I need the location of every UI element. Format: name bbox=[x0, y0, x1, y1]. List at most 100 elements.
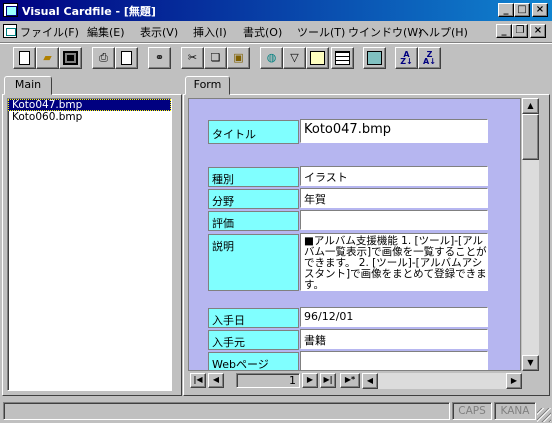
list-item[interactable]: Koto047.bmp bbox=[8, 99, 171, 111]
print-button[interactable]: ⎙ bbox=[92, 47, 115, 69]
table-view-icon bbox=[335, 51, 350, 65]
arrow-left-icon: ◀ bbox=[366, 376, 374, 385]
type-label: 種別 bbox=[208, 167, 299, 187]
rating-field[interactable] bbox=[300, 210, 488, 230]
find-icon: ⚭ bbox=[154, 51, 165, 64]
filter-button[interactable]: ▽ bbox=[283, 47, 306, 69]
close-icon: × bbox=[535, 4, 545, 15]
list-item[interactable]: Koto060.bmp bbox=[8, 111, 171, 123]
sort-ascending-button[interactable]: A Z↓ bbox=[395, 47, 418, 69]
scroll-down-button[interactable]: ▼ bbox=[522, 355, 539, 371]
record-number[interactable]: 1 bbox=[236, 373, 300, 388]
vertical-scrollbar[interactable]: ▲ ▼ bbox=[522, 98, 539, 371]
last-record-button[interactable]: ▶| bbox=[320, 373, 336, 388]
menu-tools[interactable]: ツール(T) bbox=[297, 24, 345, 40]
app-icon[interactable] bbox=[3, 3, 18, 17]
menu-file[interactable]: ファイル(F) bbox=[20, 24, 79, 40]
form-view-icon bbox=[310, 51, 325, 65]
minimize-icon: _ bbox=[503, 4, 509, 15]
close-icon: × bbox=[533, 25, 543, 36]
sort-descending-button[interactable]: Z A↓ bbox=[418, 47, 441, 69]
title-label: タイトル bbox=[208, 120, 299, 144]
first-record-button[interactable]: |◀ bbox=[190, 373, 206, 388]
arrow-up-icon: ▲ bbox=[527, 101, 534, 110]
caps-indicator: CAPS bbox=[452, 402, 492, 420]
web-button[interactable]: ◍ bbox=[260, 47, 283, 69]
acquired-date-label: 入手日 bbox=[208, 308, 299, 328]
scroll-up-button[interactable]: ▲ bbox=[522, 98, 539, 114]
new-button[interactable] bbox=[13, 47, 36, 69]
sort-descending-icon: Z A↓ bbox=[423, 50, 436, 66]
previous-icon: ◀ bbox=[212, 375, 220, 384]
menu-view[interactable]: 表示(V) bbox=[140, 24, 178, 40]
previous-record-button[interactable]: ◀ bbox=[208, 373, 224, 388]
category-field[interactable]: 年賀 bbox=[300, 188, 488, 208]
tab-form[interactable]: Form bbox=[185, 76, 230, 95]
menu-edit[interactable]: 編集(E) bbox=[87, 24, 125, 40]
menu-format[interactable]: 書式(O) bbox=[243, 24, 282, 40]
title-field[interactable]: Koto047.bmp bbox=[300, 119, 488, 143]
source-field[interactable]: 書籍 bbox=[300, 329, 488, 349]
album-button[interactable] bbox=[363, 47, 386, 69]
type-field[interactable]: イラスト bbox=[300, 166, 488, 186]
menu-bar: ファイル(F) 編集(E) 表示(V) 挿入(I) 書式(O) ツール(T) ウ… bbox=[0, 21, 552, 41]
acquired-date-field[interactable]: 96/12/01 bbox=[300, 307, 488, 327]
new-record-button[interactable]: ▶* bbox=[340, 373, 360, 388]
menu-help[interactable]: ヘルプ(H) bbox=[418, 24, 468, 40]
scroll-left-button[interactable]: ◀ bbox=[362, 373, 378, 389]
filter-icon: ▽ bbox=[290, 51, 299, 64]
find-button[interactable]: ⚭ bbox=[148, 47, 171, 69]
print-preview-icon bbox=[121, 51, 132, 65]
save-button[interactable] bbox=[59, 47, 82, 69]
menu-insert[interactable]: 挿入(I) bbox=[193, 24, 227, 40]
paste-button[interactable]: ▣ bbox=[227, 47, 250, 69]
restore-icon: ❐ bbox=[515, 25, 525, 36]
webpage-label: Webページ bbox=[208, 352, 299, 370]
new-record-icon: ▶* bbox=[344, 375, 356, 384]
document-system-menu-icon[interactable] bbox=[3, 24, 17, 38]
tab-main[interactable]: Main bbox=[4, 76, 52, 95]
arrow-down-icon: ▼ bbox=[527, 358, 534, 367]
scroll-thumb[interactable] bbox=[522, 114, 539, 160]
status-message bbox=[3, 402, 450, 420]
maximize-icon: □ bbox=[517, 4, 527, 15]
table-view-button[interactable] bbox=[331, 47, 354, 69]
album-icon bbox=[367, 51, 382, 65]
save-icon bbox=[63, 51, 78, 65]
last-icon: ▶| bbox=[323, 375, 333, 384]
description-label: 説明 bbox=[208, 234, 299, 291]
scroll-right-button[interactable]: ▶ bbox=[506, 373, 522, 389]
minimize-icon: _ bbox=[501, 25, 507, 36]
cut-icon: ✂ bbox=[187, 51, 198, 64]
cut-button[interactable]: ✂ bbox=[181, 47, 204, 69]
open-button[interactable]: ▰ bbox=[36, 47, 59, 69]
toolbar: ▰ ⎙ ⚭ ✂ ❏ ▣ ◍ ▽ A Z↓ Z A↓ bbox=[0, 42, 552, 72]
mdi-restore-button[interactable]: ❐ bbox=[512, 24, 528, 38]
kana-indicator: KANA bbox=[494, 402, 536, 420]
form-view-button[interactable] bbox=[306, 47, 329, 69]
next-record-button[interactable]: ▶ bbox=[302, 373, 318, 388]
mdi-close-button[interactable]: × bbox=[530, 24, 546, 38]
file-list[interactable]: Koto047.bmp Koto060.bmp bbox=[7, 98, 172, 391]
menu-window[interactable]: ウインドウ(W) bbox=[348, 24, 422, 40]
next-icon: ▶ bbox=[306, 375, 314, 384]
open-icon: ▰ bbox=[43, 51, 52, 64]
sort-ascending-icon: A Z↓ bbox=[400, 50, 413, 66]
mdi-minimize-button[interactable]: _ bbox=[496, 24, 512, 38]
maximize-button[interactable]: □ bbox=[514, 3, 530, 17]
window-title: Visual Cardfile - [無題] bbox=[22, 5, 156, 18]
copy-button[interactable]: ❏ bbox=[204, 47, 227, 69]
description-field[interactable]: ■アルバム支援機能 1. [ツール]-[アルバム一覧表示]で画像を一覧することが… bbox=[300, 233, 488, 291]
new-icon bbox=[19, 51, 30, 65]
minimize-button[interactable]: _ bbox=[498, 3, 514, 17]
close-button[interactable]: × bbox=[532, 3, 548, 17]
paste-icon: ▣ bbox=[233, 51, 244, 64]
first-icon: |◀ bbox=[193, 375, 203, 384]
horizontal-scrollbar[interactable]: ◀ ▶ bbox=[362, 373, 522, 389]
print-icon: ⎙ bbox=[99, 51, 108, 64]
webpage-field[interactable] bbox=[300, 351, 488, 370]
status-bar: CAPS KANA bbox=[0, 400, 552, 423]
title-bar: Visual Cardfile - [無題] _ □ × bbox=[0, 0, 552, 21]
resize-grip[interactable] bbox=[537, 408, 551, 422]
print-preview-button[interactable] bbox=[115, 47, 138, 69]
